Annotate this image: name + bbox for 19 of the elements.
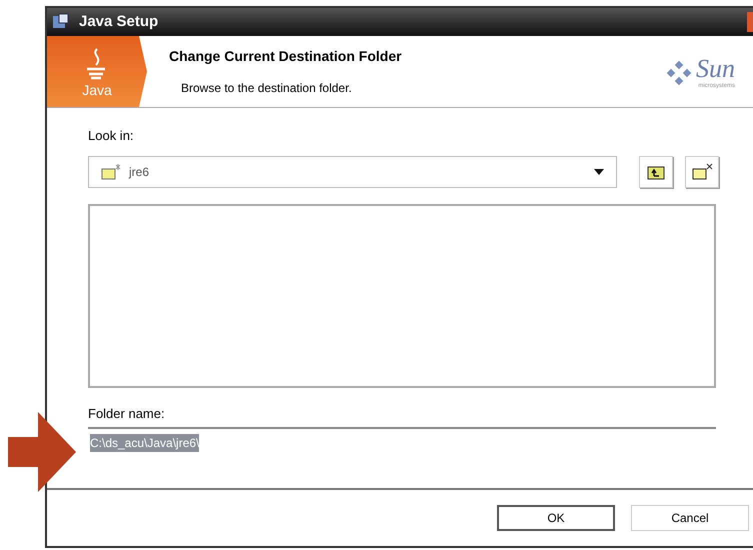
folder-path-text: C:\ds_acu\Java\jre6\ <box>90 434 200 452</box>
look-in-value: jre6 <box>129 164 150 180</box>
brand-name: Sun <box>696 56 735 82</box>
pointer-arrow-icon <box>8 412 76 492</box>
new-folder-button[interactable] <box>685 156 719 188</box>
window-title: Java Setup <box>79 12 158 32</box>
dropdown-arrow-icon <box>594 168 604 174</box>
cancel-button[interactable]: Cancel <box>631 505 749 531</box>
up-folder-button[interactable] <box>639 156 673 188</box>
sun-logo-icon <box>666 60 692 86</box>
header-subtitle: Browse to the destination folder. <box>180 80 353 97</box>
new-folder-icon <box>691 162 713 180</box>
folder-name-label: Folder name: <box>88 404 166 422</box>
look-in-label: Look in: <box>88 127 135 145</box>
look-in-dropdown[interactable]: jre6 <box>88 156 617 188</box>
logo-text: Java <box>82 82 112 96</box>
ok-button[interactable]: OK <box>497 505 615 531</box>
folder-icon <box>101 164 121 180</box>
header-title: Change Current Destination Folder <box>169 47 403 66</box>
